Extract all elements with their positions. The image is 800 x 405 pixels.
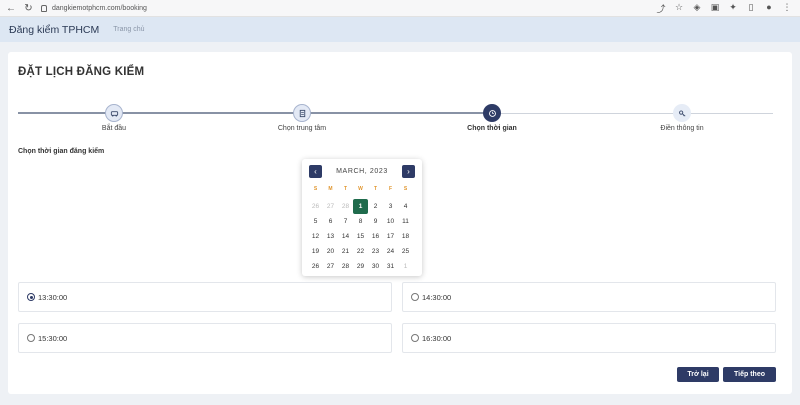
calendar-day[interactable]: 17: [383, 229, 398, 244]
download-icon[interactable]: ▣: [710, 2, 720, 15]
step-center: Chọn trung tâm: [242, 104, 362, 132]
reload-icon[interactable]: ↻: [24, 3, 33, 14]
calendar-day[interactable]: 29: [353, 259, 368, 274]
calendar-day[interactable]: 13: [323, 229, 338, 244]
calendar-day[interactable]: 22: [353, 244, 368, 259]
calendar-day[interactable]: 18: [398, 229, 413, 244]
document-icon: [293, 104, 311, 122]
next-button[interactable]: Tiếp theo: [723, 367, 776, 382]
time-slot-label: 16:30:00: [422, 333, 452, 343]
back-icon[interactable]: ←: [6, 3, 16, 14]
time-slot-label: 14:30:00: [422, 292, 452, 302]
site-info-icon[interactable]: [41, 4, 47, 12]
time-slot-option[interactable]: 13:30:00: [18, 282, 392, 312]
calendar-day-selected[interactable]: 1: [353, 199, 368, 214]
calendar-day[interactable]: 19: [308, 244, 323, 259]
car-icon: [105, 104, 123, 122]
extensions-icon[interactable]: ✦: [728, 2, 738, 15]
calendar-day: 27: [326, 203, 335, 210]
calendar-day[interactable]: 8: [353, 214, 368, 229]
weekday-header: M: [328, 186, 333, 192]
time-slot-label: 15:30:00: [38, 333, 68, 343]
step-start: Bắt đầu: [54, 104, 174, 132]
page-title: ĐẶT LỊCH ĐĂNG KIỂM: [18, 66, 145, 78]
address-bar[interactable]: dangkiemotphcm.com/booking: [41, 4, 147, 12]
radio-button[interactable]: [411, 293, 419, 301]
calendar-day[interactable]: 30: [368, 259, 383, 274]
calendar-day[interactable]: 10: [383, 214, 398, 229]
step-label: Bắt đầu: [101, 125, 127, 132]
weekday-header: S: [403, 186, 408, 192]
time-slot-option[interactable]: 16:30:00: [402, 323, 776, 353]
app-header: Đăng kiểm TPHCM Trang chủ: [0, 17, 800, 42]
sidebar-icon[interactable]: ▯: [746, 2, 756, 15]
calendar-day[interactable]: 25: [398, 244, 413, 259]
calendar-day[interactable]: 31: [383, 259, 398, 274]
calendar-day[interactable]: 28: [338, 259, 353, 274]
calendar-day: 28: [341, 203, 350, 210]
month-label: MARCH, 2023: [336, 168, 388, 175]
time-slot-option[interactable]: 14:30:00: [402, 282, 776, 312]
profile-icon[interactable]: ●: [764, 2, 774, 15]
key-icon: [673, 104, 691, 122]
weekday-header: T: [343, 186, 348, 192]
calendar-day[interactable]: 14: [338, 229, 353, 244]
browser-toolbar: ← ↻ dangkiemotphcm.com/booking ⤴ ☆ ◈ ▣ ✦…: [0, 0, 800, 17]
calendar-day[interactable]: 23: [368, 244, 383, 259]
weekday-header: W: [358, 186, 363, 192]
calendar-day[interactable]: 9: [368, 214, 383, 229]
home-link[interactable]: Trang chủ: [113, 26, 144, 33]
prev-month-button[interactable]: ‹: [309, 165, 322, 178]
weekday-header: S: [313, 186, 318, 192]
step-label: Điền thông tin: [660, 125, 704, 132]
brand-title[interactable]: Đăng kiểm TPHCM: [9, 24, 99, 36]
calendar-day[interactable]: 16: [368, 229, 383, 244]
calendar-day[interactable]: 20: [323, 244, 338, 259]
chevron-right-icon: ›: [407, 167, 410, 176]
chevron-left-icon: ‹: [314, 167, 317, 176]
step-info: Điền thông tin: [622, 104, 742, 132]
calendar-day[interactable]: 3: [383, 199, 398, 214]
back-button[interactable]: Trở lại: [677, 367, 719, 382]
calendar-day[interactable]: 2: [368, 199, 383, 214]
clock-icon: [483, 104, 501, 122]
radio-button[interactable]: [27, 334, 35, 342]
calendar-day: 1: [403, 263, 408, 270]
calendar-day: 26: [311, 203, 320, 210]
time-slot-option[interactable]: 15:30:00: [18, 323, 392, 353]
step-label: Chọn trung tâm: [277, 125, 327, 132]
calendar-day[interactable]: 26: [308, 259, 323, 274]
calendar-day[interactable]: 27: [323, 259, 338, 274]
calendar-grid: S M T W T F S 26 27 28 1 2 3 4 5 6 7 8 9 10 11 12 13 14 15 16 17 18…: [308, 184, 413, 274]
calendar-day[interactable]: 4: [398, 199, 413, 214]
next-month-button[interactable]: ›: [401, 165, 415, 178]
radio-button[interactable]: [27, 293, 35, 301]
calendar-day[interactable]: 5: [308, 214, 323, 229]
weekday-header: F: [388, 186, 393, 192]
calendar-day[interactable]: 15: [353, 229, 368, 244]
time-slot-label: 13:30:00: [38, 292, 68, 302]
screenshot-icon[interactable]: ⤴: [656, 2, 666, 15]
booking-card: ĐẶT LỊCH ĐĂNG KIỂM Bắt đầu Chọn trung tâ…: [8, 52, 792, 394]
step-label: Chọn thời gian: [467, 125, 517, 132]
menu-icon[interactable]: ⋮: [782, 2, 792, 15]
shield-icon[interactable]: ◈: [692, 2, 702, 15]
calendar-day[interactable]: 11: [398, 214, 413, 229]
date-picker: ‹ MARCH, 2023 › S M T W T F S 26 27 28 1 2 3 4 5 6 7 8 9 10…: [302, 159, 422, 276]
calendar-day[interactable]: 21: [338, 244, 353, 259]
calendar-day[interactable]: 24: [383, 244, 398, 259]
weekday-header: T: [373, 186, 378, 192]
calendar-day[interactable]: 12: [308, 229, 323, 244]
calendar-day[interactable]: 6: [323, 214, 338, 229]
url-text: dangkiemotphcm.com/booking: [52, 4, 147, 12]
step-time: Chọn thời gian: [432, 104, 552, 132]
star-icon[interactable]: ☆: [674, 2, 684, 15]
calendar-day[interactable]: 7: [338, 214, 353, 229]
section-label: Chọn thời gian đăng kiểm: [18, 148, 105, 155]
radio-button[interactable]: [411, 334, 419, 342]
